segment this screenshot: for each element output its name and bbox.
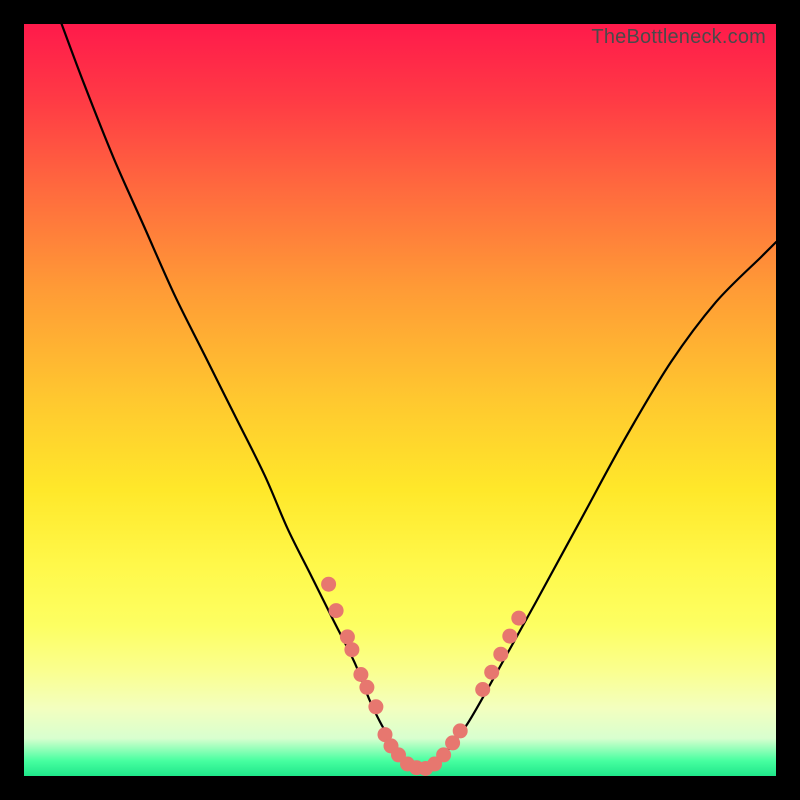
- marker-dot: [502, 629, 517, 644]
- marker-dot: [511, 611, 526, 626]
- marker-dot: [340, 629, 355, 644]
- chart-area: TheBottleneck.com: [24, 24, 776, 776]
- chart-svg: [24, 24, 776, 776]
- marker-dot: [353, 667, 368, 682]
- marker-dots: [321, 577, 526, 776]
- marker-dot: [329, 603, 344, 618]
- marker-dot: [321, 577, 336, 592]
- curve-line: [62, 24, 776, 770]
- marker-dot: [436, 747, 451, 762]
- marker-dot: [368, 699, 383, 714]
- marker-dot: [344, 642, 359, 657]
- marker-dot: [493, 647, 508, 662]
- marker-dot: [359, 680, 374, 695]
- marker-dot: [475, 682, 490, 697]
- marker-dot: [484, 665, 499, 680]
- watermark-text: TheBottleneck.com: [591, 26, 766, 49]
- marker-dot: [453, 723, 468, 738]
